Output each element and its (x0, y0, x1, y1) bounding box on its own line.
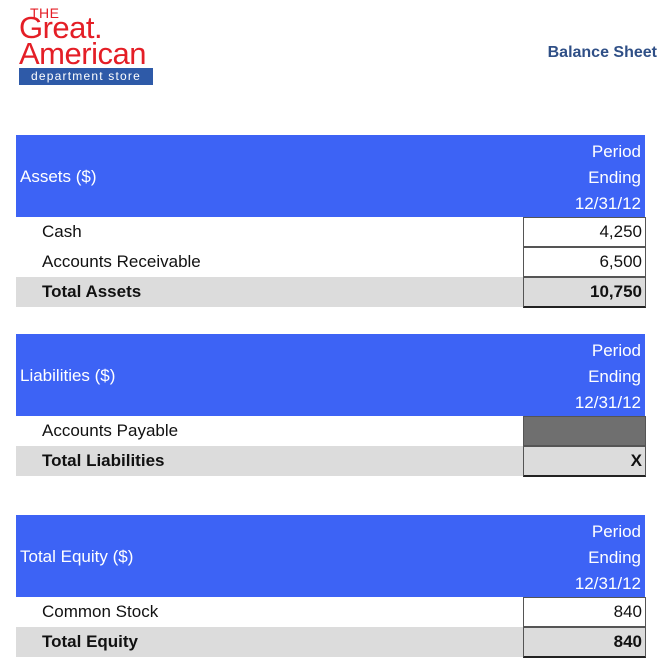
period-ending-header: Period Ending 12/31/12 (575, 519, 641, 597)
table-row: Accounts Receivable 6,500 (16, 247, 646, 277)
total-row: Total Liabilities X (16, 446, 646, 477)
table-row: Common Stock 840 (16, 597, 646, 627)
logo-american: American (19, 36, 146, 71)
accounts-receivable-value[interactable]: 6,500 (523, 247, 646, 277)
sheet-title: Balance Sheet (547, 44, 657, 61)
total-assets-value[interactable]: 10,750 (523, 277, 646, 308)
accounts-payable-value[interactable] (523, 416, 646, 446)
assets-header: Assets ($) Period Ending 12/31/12 (16, 135, 645, 217)
period-date: 12/31/12 (574, 574, 641, 593)
equity-section: Total Equity ($) Period Ending 12/31/12 … (16, 515, 646, 658)
total-liabilities-value[interactable]: X (523, 446, 646, 477)
period-ending-header: Period Ending 12/31/12 (575, 338, 641, 416)
assets-title: Assets ($) (20, 167, 97, 186)
cash-value[interactable]: 4,250 (523, 217, 646, 247)
period-label: Period (591, 522, 641, 541)
logo-department-store: department store (19, 68, 153, 85)
period-ending-header: Period Ending 12/31/12 (575, 139, 641, 217)
liabilities-header: Liabilities ($) Period Ending 12/31/12 (16, 334, 645, 416)
total-equity-value[interactable]: 840 (523, 627, 646, 658)
period-label: Period (591, 142, 641, 161)
period-date: 12/31/12 (574, 194, 641, 213)
period-label: Period (591, 341, 641, 360)
total-assets-label: Total Assets (42, 282, 142, 301)
table-row: Accounts Payable (16, 416, 646, 446)
liabilities-title: Liabilities ($) (20, 366, 116, 385)
assets-section: Assets ($) Period Ending 12/31/12 Cash 4… (16, 135, 646, 308)
accounts-payable-label: Accounts Payable (42, 421, 179, 440)
cash-label: Cash (42, 222, 82, 241)
equity-title: Total Equity ($) (20, 547, 134, 566)
ending-label: Ending (588, 548, 641, 567)
table-row: Cash 4,250 (16, 217, 646, 247)
total-row: Total Equity 840 (16, 627, 646, 658)
equity-header: Total Equity ($) Period Ending 12/31/12 (16, 515, 645, 597)
ending-label: Ending (588, 168, 641, 187)
total-equity-label: Total Equity (42, 632, 139, 651)
accounts-receivable-label: Accounts Receivable (42, 252, 201, 271)
ending-label: Ending (588, 367, 641, 386)
total-liabilities-label: Total Liabilities (42, 451, 165, 470)
period-date: 12/31/12 (574, 393, 641, 412)
store-logo: THE Great. American department store (19, 6, 155, 85)
total-row: Total Assets 10,750 (16, 277, 646, 308)
liabilities-section: Liabilities ($) Period Ending 12/31/12 A… (16, 334, 646, 477)
common-stock-label: Common Stock (42, 602, 159, 621)
common-stock-value[interactable]: 840 (523, 597, 646, 627)
